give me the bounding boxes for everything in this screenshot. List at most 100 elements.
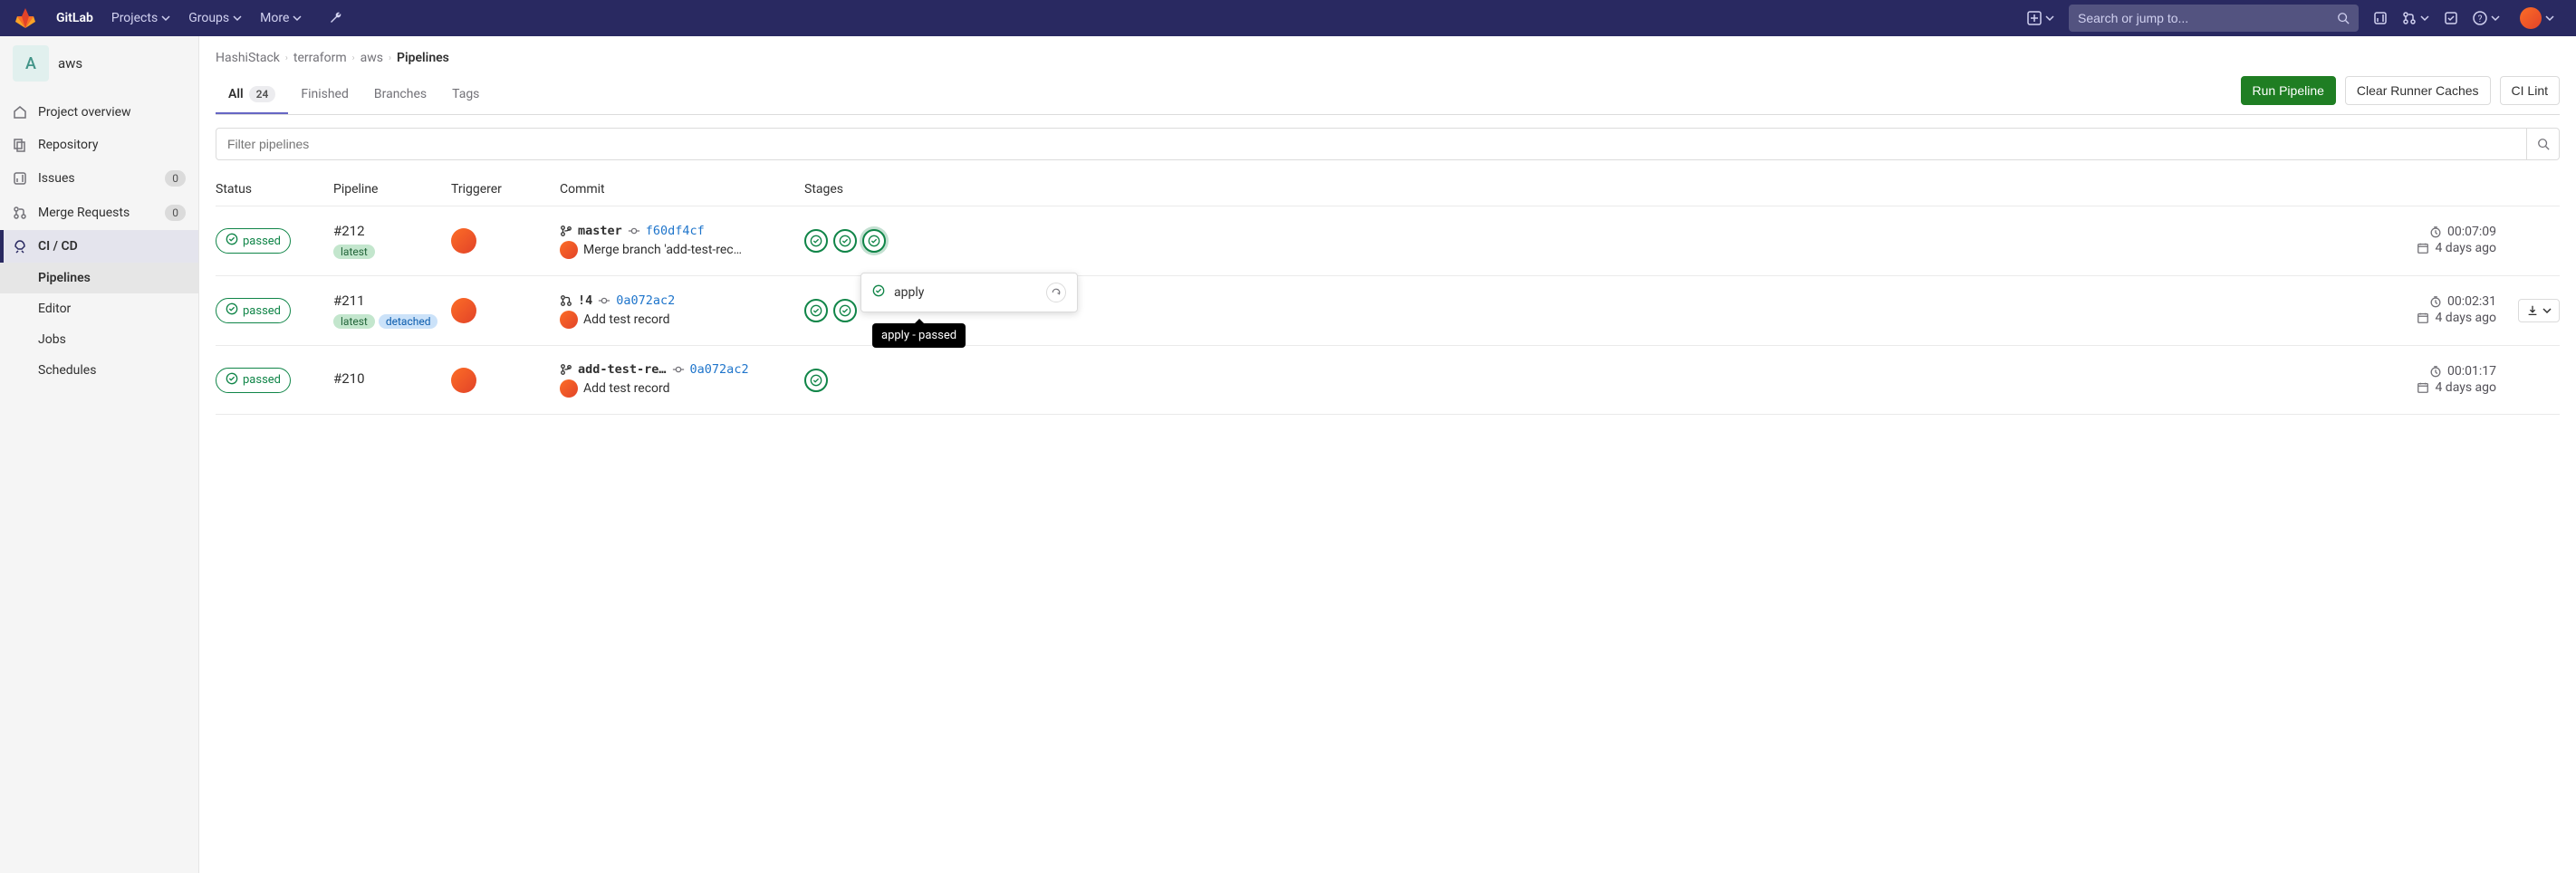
- merge-request-icon: [560, 294, 572, 307]
- finished-at: 4 days ago: [2435, 380, 2496, 395]
- author-avatar[interactable]: [560, 379, 578, 398]
- sidebar-item-issues[interactable]: Issues0: [0, 161, 198, 196]
- sidebar-item-label: Repository: [38, 138, 98, 152]
- status-badge[interactable]: passed: [216, 228, 291, 254]
- download-artifacts-button[interactable]: [2518, 299, 2560, 322]
- filter-input[interactable]: [216, 128, 2527, 160]
- issues-icon: [13, 171, 27, 186]
- ref-name[interactable]: add-test-re…: [578, 362, 667, 377]
- tab-tags[interactable]: Tags: [439, 74, 492, 114]
- breadcrumb-item[interactable]: HashiStack: [216, 51, 280, 65]
- top-navbar: GitLab Projects Groups More ?: [0, 0, 2576, 36]
- breadcrumb-separator: ›: [285, 53, 288, 63]
- download-icon: [2526, 304, 2539, 317]
- status-badge[interactable]: passed: [216, 298, 291, 323]
- pipeline-row: passed#211latestdetached!40a072ac2Add te…: [216, 276, 2560, 346]
- nav-more[interactable]: More: [251, 0, 311, 36]
- author-avatar[interactable]: [560, 241, 578, 259]
- commit-message[interactable]: Add test record: [583, 381, 670, 396]
- plus-dropdown[interactable]: [2020, 0, 2062, 36]
- chevron-down-icon: [293, 14, 302, 23]
- breadcrumb-separator: ›: [389, 53, 391, 63]
- ci-lint-button[interactable]: CI Lint: [2500, 76, 2560, 105]
- ref-name[interactable]: !4: [578, 293, 592, 308]
- sidebar-sub-pipelines[interactable]: Pipelines: [0, 263, 198, 293]
- branch-icon: [560, 225, 572, 237]
- sidebar-item-label: Project overview: [38, 105, 131, 120]
- commit-icon: [628, 225, 640, 237]
- tab-label: Tags: [452, 87, 479, 101]
- pipeline-row: passed#212latestmasterf60df4cfMerge bran…: [216, 206, 2560, 276]
- nav-groups[interactable]: Groups: [179, 0, 251, 36]
- run-pipeline-button[interactable]: Run Pipeline: [2241, 76, 2336, 105]
- breadcrumb-item: Pipelines: [397, 51, 449, 65]
- stage-icon[interactable]: [804, 299, 828, 322]
- label-detached: detached: [379, 314, 438, 329]
- commit-message[interactable]: Add test record: [583, 312, 670, 327]
- project-header[interactable]: A aws: [0, 36, 198, 91]
- commit-sha[interactable]: f60df4cf: [646, 224, 705, 238]
- col-status: Status: [216, 182, 333, 197]
- retry-job-button[interactable]: [1046, 283, 1066, 302]
- help-icon: ?: [2473, 11, 2487, 25]
- chevron-down-icon: [2542, 306, 2552, 315]
- clear-caches-button[interactable]: Clear Runner Caches: [2345, 76, 2491, 105]
- brand-link[interactable]: GitLab: [47, 0, 102, 36]
- calendar-icon: [2417, 312, 2429, 324]
- pipeline-id[interactable]: #211: [333, 293, 451, 309]
- sidebar-sub-editor[interactable]: Editor: [0, 293, 198, 324]
- tab-count: 24: [249, 86, 276, 102]
- tab-branches[interactable]: Branches: [361, 74, 439, 114]
- stage-icon[interactable]: [862, 229, 886, 253]
- sidebar-item-project-overview[interactable]: Project overview: [0, 96, 198, 129]
- breadcrumb-item[interactable]: terraform: [293, 51, 347, 65]
- pipeline-id[interactable]: #212: [333, 223, 451, 239]
- triggerer-avatar[interactable]: [451, 228, 476, 254]
- author-avatar[interactable]: [560, 311, 578, 329]
- main-content: HashiStack›terraform›aws›Pipelines All24…: [199, 36, 2576, 873]
- commit-sha[interactable]: 0a072ac2: [690, 362, 749, 377]
- col-stages: Stages: [804, 182, 1058, 197]
- status-passed-icon: [872, 284, 885, 301]
- home-icon: [13, 105, 27, 120]
- chevron-down-icon: [2420, 14, 2429, 23]
- search-input[interactable]: [2078, 11, 2337, 25]
- merge-requests-shortcut[interactable]: [2395, 0, 2437, 36]
- admin-wrench-icon[interactable]: [322, 0, 351, 36]
- todo-icon: [2444, 11, 2458, 25]
- breadcrumb: HashiStack›terraform›aws›Pipelines: [216, 51, 2560, 65]
- commit-sha[interactable]: 0a072ac2: [616, 293, 675, 308]
- pipeline-id[interactable]: #210: [333, 370, 451, 387]
- ref-name[interactable]: master: [578, 224, 622, 238]
- commit-message[interactable]: Merge branch 'add-test-rec…: [583, 243, 742, 257]
- breadcrumb-item[interactable]: aws: [360, 51, 383, 65]
- job-row[interactable]: apply: [861, 273, 1077, 312]
- filter-search-button[interactable]: [2527, 128, 2560, 160]
- stage-icon[interactable]: [833, 299, 857, 322]
- sidebar-item-merge-requests[interactable]: Merge Requests0: [0, 196, 198, 230]
- tab-all[interactable]: All24: [216, 74, 288, 114]
- retry-icon: [1051, 287, 1062, 298]
- stage-icon[interactable]: [804, 229, 828, 253]
- duration: 00:07:09: [2447, 225, 2496, 239]
- sidebar-item-ci-cd[interactable]: CI / CD: [0, 230, 198, 263]
- commit-icon: [672, 363, 685, 376]
- duration: 00:01:17: [2447, 364, 2496, 379]
- sidebar-badge: 0: [165, 170, 186, 187]
- stage-icon[interactable]: [804, 369, 828, 392]
- todos-shortcut[interactable]: [2437, 0, 2465, 36]
- issues-shortcut[interactable]: [2366, 0, 2395, 36]
- job-tooltip: apply - passed: [872, 323, 966, 348]
- sidebar-item-repository[interactable]: Repository: [0, 129, 198, 161]
- global-search[interactable]: [2069, 5, 2359, 32]
- triggerer-avatar[interactable]: [451, 298, 476, 323]
- stage-icon[interactable]: [833, 229, 857, 253]
- sidebar-sub-schedules[interactable]: Schedules: [0, 355, 198, 386]
- user-menu[interactable]: [2507, 0, 2562, 36]
- tab-finished[interactable]: Finished: [288, 74, 361, 114]
- sidebar-sub-jobs[interactable]: Jobs: [0, 324, 198, 355]
- nav-projects[interactable]: Projects: [102, 0, 179, 36]
- help-dropdown[interactable]: ?: [2465, 0, 2507, 36]
- triggerer-avatar[interactable]: [451, 368, 476, 393]
- status-badge[interactable]: passed: [216, 368, 291, 393]
